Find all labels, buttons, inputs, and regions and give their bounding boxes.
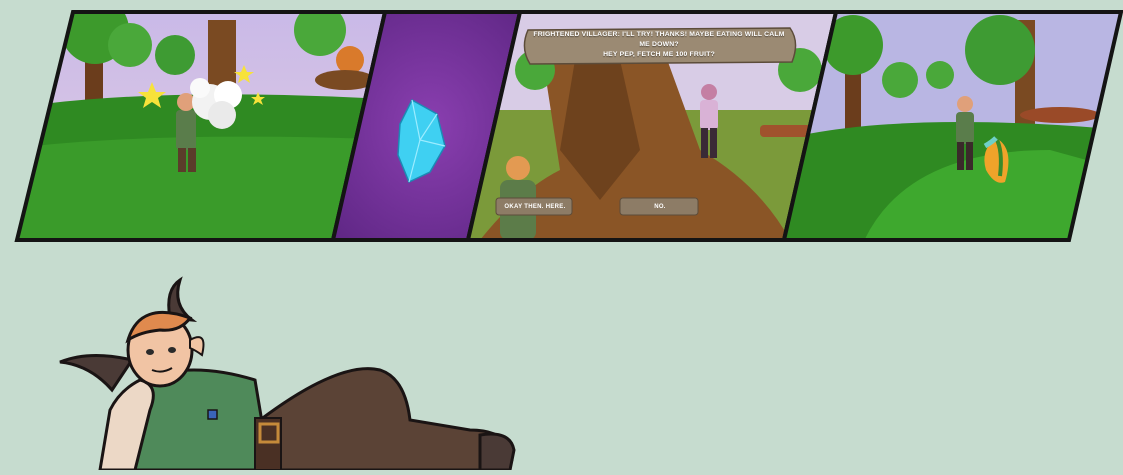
pep-character	[40, 270, 540, 472]
panel-forest-meadow	[0, 0, 1123, 250]
screenshot-strip: FRIGHTENED VILLAGER: I'LL TRY! THANKS! M…	[0, 0, 1123, 250]
